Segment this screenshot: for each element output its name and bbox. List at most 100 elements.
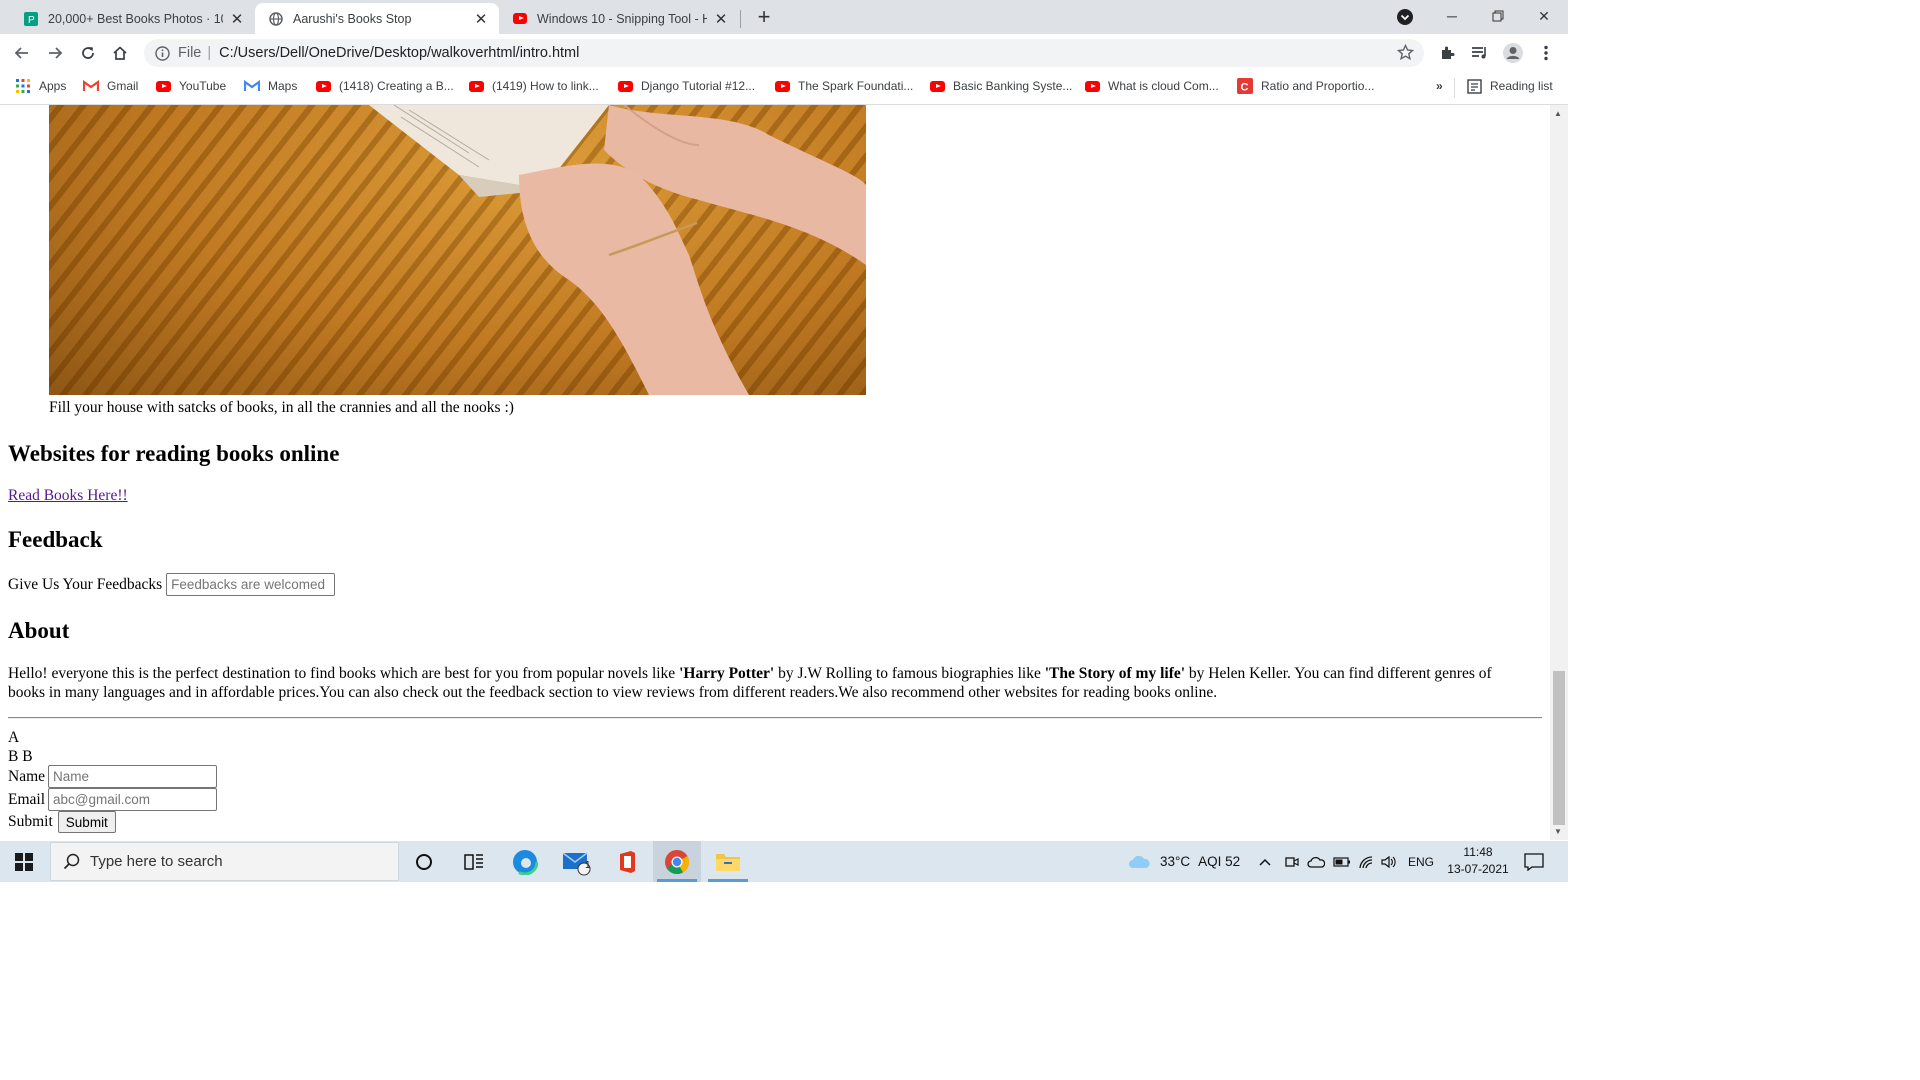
home-button[interactable] [105, 38, 135, 68]
extensions-icon[interactable] [1432, 38, 1462, 68]
tab-aarushis-books-stop[interactable]: Aarushi's Books Stop ✕ [255, 3, 499, 34]
info-icon[interactable] [154, 45, 170, 61]
scroll-down-icon[interactable]: ▼ [1554, 827, 1562, 836]
edge-app[interactable] [501, 841, 549, 882]
close-icon[interactable]: ✕ [473, 10, 489, 28]
bookmark-star-icon[interactable] [1396, 43, 1415, 65]
chrome-icon [665, 849, 690, 874]
scrollbar-thumb[interactable] [1553, 671, 1565, 825]
browser-menu-icon[interactable] [1531, 38, 1561, 68]
bookmarks-overflow-button[interactable]: » [1436, 79, 1443, 93]
task-view-button[interactable] [450, 841, 498, 882]
bookmark-ratio[interactable]: C Ratio and Proportio... [1237, 78, 1374, 94]
page-scrollbar[interactable]: ▲ ▼ [1550, 105, 1568, 840]
bookmark-django[interactable]: Django Tutorial #12... [617, 79, 755, 93]
tab-search-icon[interactable] [1396, 8, 1414, 26]
back-button[interactable] [7, 38, 37, 68]
submit-button[interactable]: Submit [57, 811, 116, 833]
bookmarks-bar: Apps Gmail YouTube Maps (1418) Creating … [0, 72, 1568, 105]
read-books-link[interactable]: Read Books Here!! [8, 487, 128, 505]
bookmark-label: The Spark Foundati... [798, 79, 914, 93]
file-explorer-app[interactable] [704, 841, 752, 882]
bookmark-creating[interactable]: (1418) Creating a B... [315, 79, 454, 93]
tab-books-photos[interactable]: P 20,000+ Best Books Photos · 100% Free … [10, 3, 255, 34]
media-control-icon[interactable] [1465, 38, 1495, 68]
onedrive-icon[interactable] [1307, 841, 1325, 882]
about-paragraph: Hello! everyone this is the perfect dest… [8, 665, 1523, 702]
input-language[interactable]: ENG [1408, 841, 1434, 882]
show-hidden-icons-button[interactable] [1258, 841, 1272, 882]
feedback-row: Give Us Your Feedbacks [8, 573, 336, 596]
minimize-button[interactable]: ─ [1429, 0, 1475, 32]
address-divider: | [207, 45, 212, 61]
about-text-part: by J.W Rolling to famous biographies lik… [774, 665, 1045, 682]
meet-now-icon[interactable] [1284, 841, 1300, 882]
story-of-my-life-title: 'The Story of my life' [1044, 665, 1186, 682]
bookmark-maps[interactable]: Maps [244, 79, 297, 93]
bookmark-youtube[interactable]: YouTube [155, 79, 226, 93]
close-window-button[interactable]: ✕ [1521, 0, 1567, 32]
reload-button[interactable] [73, 38, 103, 68]
temperature: 33°C [1160, 854, 1191, 869]
bookmark-apps[interactable]: Apps [15, 79, 66, 93]
taskbar-search-placeholder: Type here to search [90, 853, 223, 870]
chrome-app[interactable] [653, 841, 701, 882]
weather-widget[interactable]: 33°C AQI 52 [1128, 841, 1240, 882]
bookmark-label: What is cloud Com... [1108, 79, 1219, 93]
new-tab-button[interactable]: + [752, 4, 776, 29]
scroll-up-icon[interactable]: ▲ [1554, 109, 1562, 118]
address-url[interactable]: C:/Users/Dell/OneDrive/Desktop/walkoverh… [219, 45, 579, 61]
bookmark-spark[interactable]: The Spark Foundati... [774, 79, 913, 93]
mail-app[interactable]: 1 [552, 841, 600, 882]
profile-avatar-icon[interactable] [1498, 38, 1528, 68]
bookmark-label: YouTube [179, 79, 227, 93]
address-bar[interactable]: File | C:/Users/Dell/OneDrive/Desktop/wa… [144, 39, 1424, 67]
wifi-icon[interactable] [1358, 841, 1374, 882]
forward-button[interactable] [40, 38, 70, 68]
home-icon [113, 46, 127, 60]
close-icon[interactable]: ✕ [229, 10, 245, 28]
bookmark-label: Django Tutorial #12... [641, 79, 756, 93]
svg-text:C: C [1241, 82, 1249, 94]
name-input[interactable] [48, 765, 218, 788]
bookmark-how-to-link[interactable]: (1419) How to link... [468, 79, 599, 93]
maps-icon [244, 79, 260, 93]
search-icon [63, 853, 80, 870]
hero-caption: Fill your house with satcks of books, in… [49, 399, 514, 416]
bookmark-cloud[interactable]: What is cloud Com... [1084, 79, 1219, 93]
restore-button[interactable] [1475, 0, 1521, 32]
back-arrow-icon [14, 47, 28, 59]
start-button[interactable] [0, 841, 48, 882]
close-icon[interactable]: ✕ [713, 10, 729, 28]
bookmark-banking[interactable]: Basic Banking Syste... [929, 79, 1072, 93]
reading-list-button[interactable]: Reading list [1466, 78, 1553, 94]
notifications-button[interactable] [1524, 841, 1544, 882]
youtube-icon [513, 12, 527, 26]
office-icon [620, 850, 635, 873]
tab-snipping-tool[interactable]: Windows 10 - Snipping Tool - How to use … [499, 3, 739, 34]
email-row: Email [8, 788, 218, 811]
office-app[interactable] [603, 841, 651, 882]
feedback-input[interactable] [166, 573, 336, 596]
feedback-label: Give Us Your Feedbacks [8, 575, 163, 593]
system-clock[interactable]: 11:48 13-07-2021 [1440, 844, 1516, 878]
reload-icon [82, 47, 94, 59]
about-heading: About [8, 618, 70, 643]
youtube-icon [155, 79, 171, 93]
bookmark-gmail[interactable]: Gmail [83, 79, 138, 93]
youtube-icon [929, 79, 945, 93]
youtube-icon [1084, 79, 1100, 93]
windows-taskbar: Type here to search 1 33°C AQI 52 ENG 11… [0, 841, 1568, 882]
youtube-icon [774, 79, 790, 93]
tab-separator [740, 10, 741, 28]
svg-text:P: P [28, 15, 35, 26]
browser-tab-strip: P 20,000+ Best Books Photos · 100% Free … [0, 0, 1568, 34]
tab-title: 20,000+ Best Books Photos · 100% Free Do… [48, 11, 223, 26]
taskbar-search-box[interactable]: Type here to search [50, 842, 399, 881]
weather-cloud-icon [1129, 855, 1150, 868]
bookmark-label: (1419) How to link... [492, 79, 599, 93]
email-input[interactable] [48, 788, 218, 811]
cortana-button[interactable] [400, 841, 448, 882]
battery-icon[interactable] [1333, 841, 1351, 882]
volume-icon[interactable] [1380, 841, 1396, 882]
